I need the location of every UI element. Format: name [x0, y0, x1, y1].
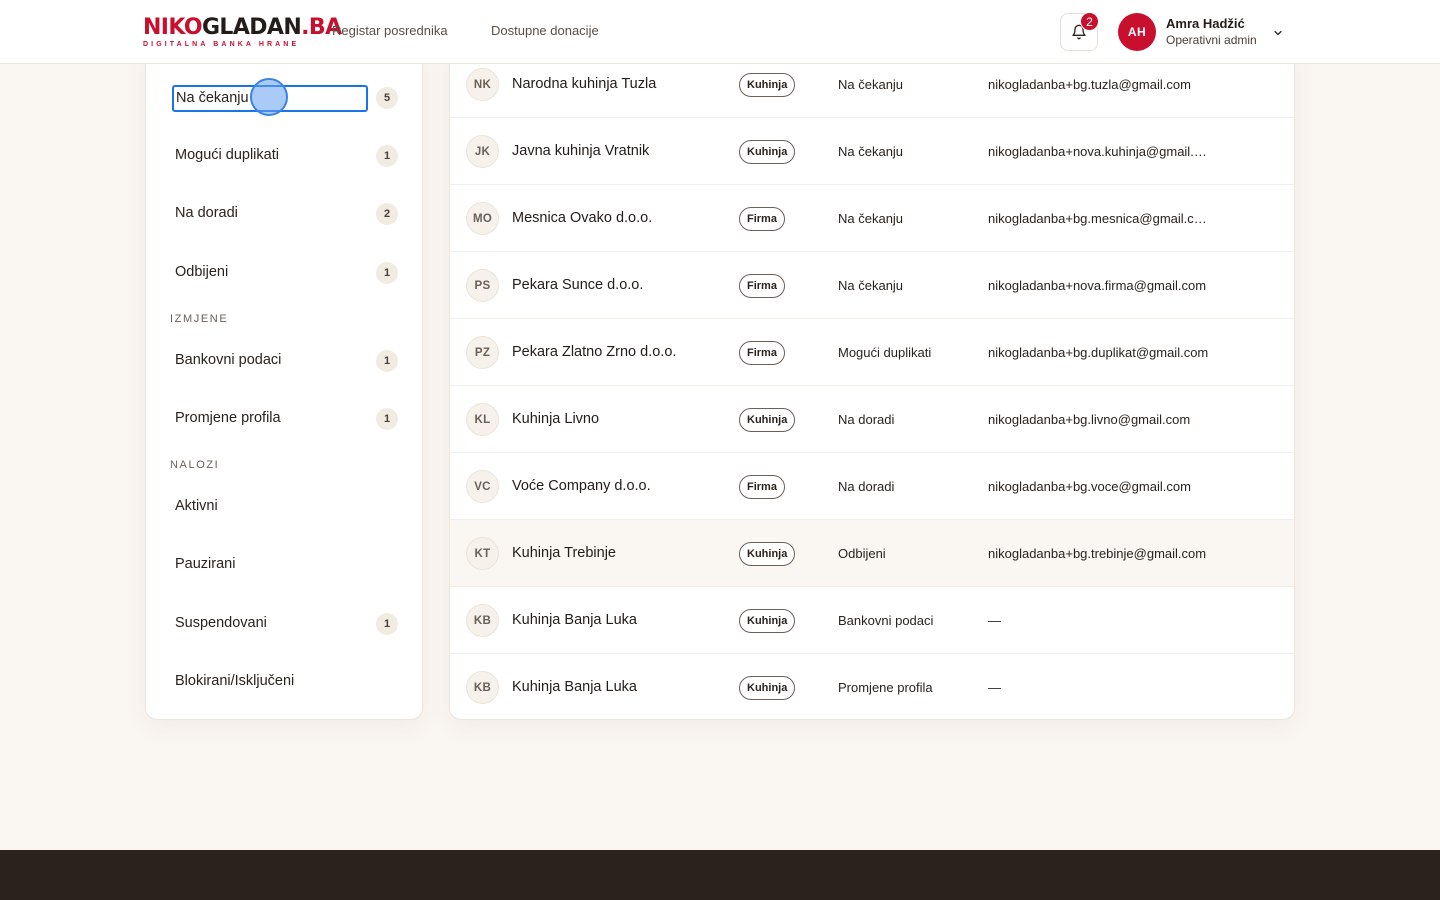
- click-indicator: [250, 78, 288, 116]
- logo-tagline: DIGITALNA BANKA HRANE: [143, 41, 300, 48]
- sidebar-item-label: Na čekanju: [176, 90, 249, 106]
- row-type-badge: Firma: [739, 341, 785, 365]
- row-type-badge: Kuhinja: [739, 73, 796, 97]
- user-name: Amra Hadžić: [1166, 16, 1245, 31]
- row-status: Mogući duplikati: [838, 345, 932, 360]
- table-row[interactable]: MO Mesnica Ovako d.o.o. Firma Na čekanju…: [450, 185, 1294, 252]
- row-email: nikogladanba+bg.tuzla@gmail.com: [988, 77, 1191, 92]
- row-type-badge: Firma: [739, 207, 785, 231]
- table-row[interactable]: KB Kuhinja Banja Luka Kuhinja Promjene p…: [450, 654, 1294, 719]
- sidebar-section-nalozi: NALOZI: [170, 459, 220, 471]
- page-footer: [0, 850, 1440, 900]
- row-name: Voće Company d.o.o.: [512, 478, 651, 494]
- nav-registar-posrednika[interactable]: Registar posrednika: [332, 23, 448, 38]
- row-type-badge: Firma: [739, 475, 785, 499]
- sidebar-count-badge: 1: [376, 408, 398, 430]
- logo-part-gladan: GLADAN: [201, 15, 302, 40]
- row-status: Na čekanju: [838, 278, 904, 293]
- user-role: Operativni admin: [1166, 33, 1257, 47]
- logo-part-niko: NIKO: [143, 15, 203, 40]
- table-row[interactable]: JK Javna kuhinja Vratnik Kuhinja Na čeka…: [450, 118, 1294, 185]
- row-status: Odbijeni: [838, 546, 886, 561]
- row-initials-avatar: KL: [466, 403, 499, 436]
- row-initials-avatar: PZ: [466, 336, 499, 369]
- row-status: Na doradi: [838, 412, 895, 427]
- row-initials-avatar: NK: [466, 68, 499, 101]
- row-name: Javna kuhinja Vratnik: [512, 143, 650, 159]
- row-status: Na čekanju: [838, 144, 904, 159]
- table-row[interactable]: VC Voće Company d.o.o. Firma Na doradi n…: [450, 453, 1294, 520]
- row-name: Kuhinja Trebinje: [512, 545, 616, 561]
- sidebar-filter-panel: Na čekanju 5 Mogući duplikati 1 Na dorad…: [145, 40, 423, 720]
- row-email: —: [988, 680, 1001, 695]
- row-type-badge: Kuhinja: [739, 542, 796, 566]
- notification-count-badge: 2: [1080, 12, 1099, 31]
- row-initials-avatar: MO: [466, 202, 499, 235]
- row-name: Kuhinja Banja Luka: [512, 679, 637, 695]
- row-type-badge: Kuhinja: [739, 609, 796, 633]
- row-name: Narodna kuhinja Tuzla: [512, 76, 657, 92]
- row-type-badge: Firma: [739, 274, 785, 298]
- sidebar-count-badge: 1: [376, 262, 398, 284]
- row-email: nikogladanba+nova.firma@gmail.com: [988, 278, 1207, 293]
- row-name: Pekara Sunce d.o.o.: [512, 277, 644, 293]
- top-header: NIKO GLADAN .BA DIGITALNA BANKA HRANE Re…: [0, 0, 1440, 64]
- row-email: nikogladanba+bg.voce@gmail.com: [988, 479, 1191, 494]
- row-initials-avatar: PS: [466, 269, 499, 302]
- sidebar-item-pauzirani[interactable]: Pauzirani: [175, 556, 235, 572]
- row-name: Pekara Zlatno Zrno d.o.o.: [512, 344, 677, 360]
- sidebar-count-badge: 2: [376, 203, 398, 225]
- table-row[interactable]: KB Kuhinja Banja Luka Kuhinja Bankovni p…: [450, 587, 1294, 654]
- row-initials-avatar: KT: [466, 537, 499, 570]
- sidebar-count-badge: 1: [376, 145, 398, 167]
- row-type-badge: Kuhinja: [739, 408, 796, 432]
- row-email: nikogladanba+bg.mesnica@gmail.com: [988, 211, 1210, 226]
- row-initials-avatar: JK: [466, 135, 499, 168]
- row-initials-avatar: KB: [466, 604, 499, 637]
- sidebar-item-moguci-duplikati[interactable]: Mogući duplikati: [175, 147, 279, 163]
- row-status: Bankovni podaci: [838, 613, 934, 628]
- row-email: nikogladanba+bg.duplikat@gmail.com: [988, 345, 1209, 360]
- sidebar-item-bankovni-podaci[interactable]: Bankovni podaci: [175, 352, 281, 368]
- row-email: nikogladanba+nova.kuhinja@gmail.com: [988, 144, 1210, 159]
- row-status: Promjene profila: [838, 680, 933, 695]
- sidebar-count-badge: 5: [376, 87, 398, 109]
- nav-dostupne-donacije[interactable]: Dostupne donacije: [491, 23, 599, 38]
- row-type-badge: Kuhinja: [739, 140, 796, 164]
- row-email: nikogladanba+bg.trebinje@gmail.com: [988, 546, 1207, 561]
- user-menu-chevron-icon[interactable]: [1272, 26, 1284, 44]
- table-row[interactable]: PZ Pekara Zlatno Zrno d.o.o. Firma Moguć…: [450, 319, 1294, 386]
- row-status: Na doradi: [838, 479, 895, 494]
- sidebar-item-promjene-profila[interactable]: Promjene profila: [175, 410, 281, 426]
- row-status: Na čekanju: [838, 77, 904, 92]
- sidebar-item-odbijeni[interactable]: Odbijeni: [175, 264, 228, 280]
- sidebar-count-badge: 1: [376, 350, 398, 372]
- sidebar-item-blokirani-iskljuceni[interactable]: Blokirani/Isključeni: [175, 673, 294, 689]
- row-name: Mesnica Ovako d.o.o.: [512, 210, 653, 226]
- row-name: Kuhinja Livno: [512, 411, 600, 427]
- table-row-hovered[interactable]: KT Kuhinja Trebinje Kuhinja Odbijeni nik…: [450, 520, 1294, 587]
- sidebar-item-aktivni[interactable]: Aktivni: [175, 498, 218, 514]
- brand-logo[interactable]: NIKO GLADAN .BA DIGITALNA BANKA HRANE: [143, 15, 342, 49]
- sidebar-item-na-doradi[interactable]: Na doradi: [175, 205, 238, 221]
- sidebar-item-suspendovani[interactable]: Suspendovani: [175, 615, 267, 631]
- row-initials-avatar: VC: [466, 470, 499, 503]
- registrations-table: NK Narodna kuhinja Tuzla Kuhinja Na čeka…: [449, 40, 1295, 720]
- sidebar-section-izmjene: IZMJENE: [170, 313, 229, 325]
- row-email: —: [988, 613, 1001, 628]
- row-name: Kuhinja Banja Luka: [512, 612, 637, 628]
- table-row[interactable]: KL Kuhinja Livno Kuhinja Na doradi nikog…: [450, 386, 1294, 453]
- row-initials-avatar: KB: [466, 671, 499, 704]
- row-status: Na čekanju: [838, 211, 904, 226]
- row-type-badge: Kuhinja: [739, 676, 796, 700]
- table-row[interactable]: PS Pekara Sunce d.o.o. Firma Na čekanju …: [450, 252, 1294, 319]
- user-avatar[interactable]: AH: [1118, 13, 1156, 51]
- row-email: nikogladanba+bg.livno@gmail.com: [988, 412, 1191, 427]
- sidebar-count-badge: 1: [376, 613, 398, 635]
